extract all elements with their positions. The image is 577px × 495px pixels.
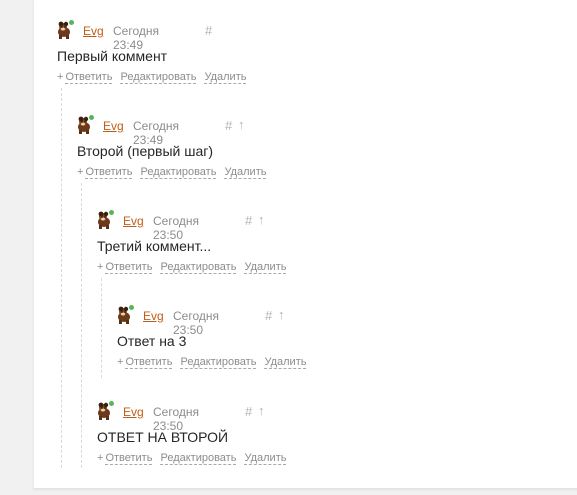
comment-author-link[interactable]: Evg [123, 405, 144, 419]
comment-actions: + Ответить Редактировать Удалить [97, 261, 294, 274]
hash-link-icon[interactable]: # [265, 308, 272, 323]
edit-link[interactable]: Редактировать [160, 452, 237, 465]
edit-link[interactable]: Редактировать [120, 71, 197, 84]
arrow-up-icon[interactable]: ↑ [258, 403, 265, 418]
online-status-dot [109, 401, 114, 406]
arrow-up-icon[interactable]: ↑ [278, 307, 285, 322]
comment-actions: + Ответить Редактировать Удалить [117, 356, 314, 369]
comment-author-link[interactable]: Evg [143, 309, 164, 323]
comment-text: Третий коммент... [97, 238, 212, 254]
thread-line-level-1 [61, 88, 62, 468]
comment-author-link[interactable]: Evg [123, 214, 144, 228]
plus-icon: + [77, 166, 84, 178]
comment-actions: + Ответить Редактировать Удалить [97, 452, 294, 465]
comment-author-link[interactable]: Evg [83, 24, 104, 38]
reply-link[interactable]: Ответить [105, 261, 153, 274]
delete-link[interactable]: Удалить [204, 71, 247, 84]
delete-link[interactable]: Удалить [244, 452, 287, 465]
delete-link[interactable]: Удалить [264, 356, 307, 369]
plus-icon: + [97, 261, 104, 273]
online-status-dot [69, 20, 74, 25]
arrow-up-icon[interactable]: ↑ [238, 117, 245, 132]
edit-link[interactable]: Редактировать [160, 261, 237, 274]
thread-line-level-3 [101, 278, 102, 378]
plus-icon: + [97, 452, 104, 464]
edit-link[interactable]: Редактировать [140, 166, 217, 179]
online-status-dot [129, 305, 134, 310]
comment-text: Ответ на 3 [117, 333, 187, 349]
comment-actions: + Ответить Редактировать Удалить [57, 71, 254, 84]
reply-link[interactable]: Ответить [105, 452, 153, 465]
hash-link-icon[interactable]: # [205, 23, 212, 38]
plus-icon: + [117, 356, 124, 368]
reply-link[interactable]: Ответить [85, 166, 133, 179]
plus-icon: + [57, 71, 64, 83]
arrow-up-icon[interactable]: ↑ [258, 212, 265, 227]
online-status-dot [89, 115, 94, 120]
delete-link[interactable]: Удалить [244, 261, 287, 274]
delete-link[interactable]: Удалить [224, 166, 267, 179]
comment-text: Второй (первый шаг) [77, 143, 214, 159]
comment-actions: + Ответить Редактировать Удалить [77, 166, 274, 179]
reply-link[interactable]: Ответить [65, 71, 113, 84]
thread-line-level-2 [81, 183, 82, 468]
comment-author-link[interactable]: Evg [103, 119, 124, 133]
hash-link-icon[interactable]: # [245, 213, 252, 228]
comment-text: ОТВЕТ НА ВТОРОЙ [97, 429, 229, 445]
edit-link[interactable]: Редактировать [180, 356, 257, 369]
hash-link-icon[interactable]: # [245, 404, 252, 419]
reply-link[interactable]: Ответить [125, 356, 173, 369]
comment-text: Первый коммент [57, 48, 168, 64]
online-status-dot [109, 210, 114, 215]
hash-link-icon[interactable]: # [225, 118, 232, 133]
